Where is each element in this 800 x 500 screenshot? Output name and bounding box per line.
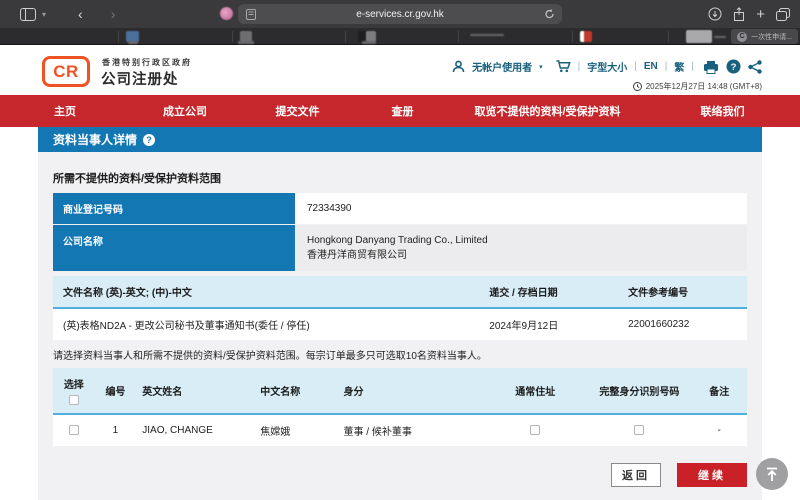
capacity-cell: 董事 / 候补董事 bbox=[337, 414, 483, 446]
nav-contact[interactable]: 联络我们 bbox=[645, 103, 800, 119]
document-table: 文件名称 (英)-英文; (中)-中文 递交 / 存档日期 文件参考编号 (英)… bbox=[53, 276, 747, 340]
doc-ref-cell: 22001660232 bbox=[622, 308, 747, 340]
select-header: 选择 bbox=[53, 368, 95, 414]
site-header: CR 香港特别行政区政府 公司注册处 无帐户使用者 ▾ | 字型大小 | EN … bbox=[0, 45, 800, 95]
back-button[interactable]: 返回 bbox=[611, 463, 661, 487]
help-icon[interactable]: ? bbox=[726, 59, 741, 74]
svg-text:?: ? bbox=[731, 62, 737, 73]
remarks-cell: - bbox=[691, 414, 747, 446]
user-menu[interactable]: 无帐户使用者 bbox=[472, 59, 532, 74]
new-tab-icon[interactable]: + bbox=[756, 6, 765, 23]
doc-date-header: 递交 / 存档日期 bbox=[483, 276, 622, 308]
extension-icon[interactable] bbox=[220, 7, 233, 20]
scroll-to-top-button[interactable] bbox=[756, 458, 788, 490]
table-row: 公司名称 Hongkong Danyang Trading Co., Limit… bbox=[53, 225, 747, 272]
back-button-icon[interactable]: ‹ bbox=[78, 7, 83, 21]
font-size-link[interactable]: 字型大小 bbox=[587, 59, 627, 74]
doc-name-cell: (英)表格ND2A - 更改公司秘书及董事通知书(委任 / 停任) bbox=[53, 308, 483, 340]
select-header-label: 选择 bbox=[64, 376, 84, 391]
address-header: 通常住址 bbox=[483, 368, 587, 414]
browser-tab-strip: C 一次性申请... bbox=[0, 28, 800, 45]
nav-home[interactable]: 主页 bbox=[0, 103, 130, 119]
cr-logo[interactable]: CR bbox=[42, 56, 90, 87]
nav-filing[interactable]: 提交文件 bbox=[240, 103, 355, 119]
select-all-checkbox[interactable] bbox=[69, 395, 79, 405]
company-name-en: Hongkong Danyang Trading Co., Limited bbox=[307, 233, 735, 248]
doc-date-cell: 2024年9月12日 bbox=[483, 308, 622, 340]
remarks-header: 备注 bbox=[691, 368, 747, 414]
continue-button[interactable]: 继续 bbox=[677, 463, 747, 487]
user-menu-caret-icon[interactable]: ▾ bbox=[539, 63, 543, 71]
page-icon bbox=[246, 9, 256, 20]
pinned-tab[interactable]: C 一次性申请... bbox=[731, 29, 798, 44]
page-help-icon[interactable]: ? bbox=[143, 134, 155, 146]
tab-overview-icon[interactable] bbox=[776, 8, 790, 21]
row-number-cell: 1 bbox=[95, 414, 137, 446]
company-name-value: Hongkong Danyang Trading Co., Limited 香港… bbox=[295, 225, 747, 271]
doc-name-header: 文件名称 (英)-英文; (中)-中文 bbox=[53, 276, 483, 308]
reload-icon[interactable] bbox=[544, 8, 555, 20]
government-line: 香港特别行政区政府 bbox=[102, 57, 192, 68]
section-heading: 所需不提供的资料/受保护资料范围 bbox=[53, 170, 221, 186]
department-name: 公司注册处 bbox=[101, 68, 179, 89]
address-checkbox[interactable] bbox=[530, 425, 540, 435]
sidebar-chevron-icon[interactable]: ▾ bbox=[42, 10, 46, 19]
id-number-header: 完整身分识别号码 bbox=[587, 368, 691, 414]
content-panel: 资料当事人详情 ? 所需不提供的资料/受保护资料范围 商业登记号码 723343… bbox=[38, 127, 762, 500]
lang-zh-link[interactable]: 繁 bbox=[674, 59, 684, 74]
chinese-name-header: 中文名称 bbox=[254, 368, 337, 414]
pinned-tab-favicon: C bbox=[737, 32, 747, 42]
nav-search[interactable]: 查册 bbox=[355, 103, 450, 119]
english-name-cell: JIAO, CHANGE bbox=[136, 414, 254, 446]
table-header-row: 文件名称 (英)-英文; (中)-中文 递交 / 存档日期 文件参考编号 bbox=[53, 276, 747, 308]
number-header: 编号 bbox=[95, 368, 137, 414]
company-info-table: 商业登记号码 72334390 公司名称 Hongkong Danyang Tr… bbox=[53, 193, 747, 272]
clock-icon bbox=[633, 82, 642, 91]
timestamp-text: 2025年12月27日 14:48 (GMT+8) bbox=[646, 81, 762, 92]
table-row: 商业登记号码 72334390 bbox=[53, 193, 747, 225]
row-select-checkbox[interactable] bbox=[69, 425, 79, 435]
timestamp: 2025年12月27日 14:48 (GMT+8) bbox=[633, 81, 762, 92]
user-icon bbox=[452, 60, 465, 73]
instruction-text: 请选择资料当事人和所需不提供的资料/受保护资料范围。每宗订单最多只可选取10名资… bbox=[53, 347, 487, 362]
nav-protected-info[interactable]: 取览不提供的资料/受保护资料 bbox=[450, 103, 645, 119]
share-icon[interactable] bbox=[733, 7, 745, 21]
company-name-label: 公司名称 bbox=[53, 225, 295, 271]
forward-button-icon[interactable]: › bbox=[111, 7, 116, 21]
brn-value: 72334390 bbox=[295, 193, 747, 224]
address-bar[interactable]: e-services.cr.gov.hk bbox=[238, 4, 562, 24]
chinese-name-cell: 焦嫦娥 bbox=[254, 414, 337, 446]
print-icon[interactable] bbox=[703, 60, 719, 74]
table-header-row: 选择 编号 英文姓名 中文名称 身分 通常住址 完整身分识别号码 备注 bbox=[53, 368, 747, 414]
downloads-icon[interactable] bbox=[708, 7, 722, 21]
data-subject-table: 选择 编号 英文姓名 中文名称 身分 通常住址 完整身分识别号码 备注 1 JI… bbox=[53, 368, 747, 446]
company-name-zh: 香港丹洋商贸有限公司 bbox=[307, 248, 735, 263]
tab-favicon[interactable] bbox=[580, 31, 592, 42]
tab-favicon[interactable] bbox=[686, 30, 712, 43]
brn-label: 商业登记号码 bbox=[53, 193, 295, 224]
main-nav: 主页 成立公司 提交文件 查册 取览不提供的资料/受保护资料 联络我们 bbox=[0, 95, 800, 127]
table-row: (英)表格ND2A - 更改公司秘书及董事通知书(委任 / 停任) 2024年9… bbox=[53, 308, 747, 340]
sidebar-toggle-icon[interactable] bbox=[20, 8, 36, 21]
pinned-tab-label: 一次性申请... bbox=[751, 32, 792, 42]
nav-incorporation[interactable]: 成立公司 bbox=[130, 103, 240, 119]
english-name-header: 英文姓名 bbox=[136, 368, 254, 414]
browser-toolbar: ▾ ‹ › e-services.cr.gov.hk + bbox=[0, 0, 800, 28]
doc-ref-header: 文件参考编号 bbox=[622, 276, 747, 308]
share-page-icon[interactable] bbox=[748, 60, 762, 74]
capacity-header: 身分 bbox=[337, 368, 483, 414]
page-title-bar: 资料当事人详情 ? bbox=[38, 127, 762, 152]
lang-en-link[interactable]: EN bbox=[644, 61, 658, 72]
table-row: 1 JIAO, CHANGE 焦嫦娥 董事 / 候补董事 - bbox=[53, 414, 747, 446]
id-number-checkbox[interactable] bbox=[634, 425, 644, 435]
page-title: 资料当事人详情 bbox=[53, 131, 137, 148]
url-text: e-services.cr.gov.hk bbox=[356, 9, 444, 20]
cart-icon[interactable] bbox=[556, 60, 571, 73]
